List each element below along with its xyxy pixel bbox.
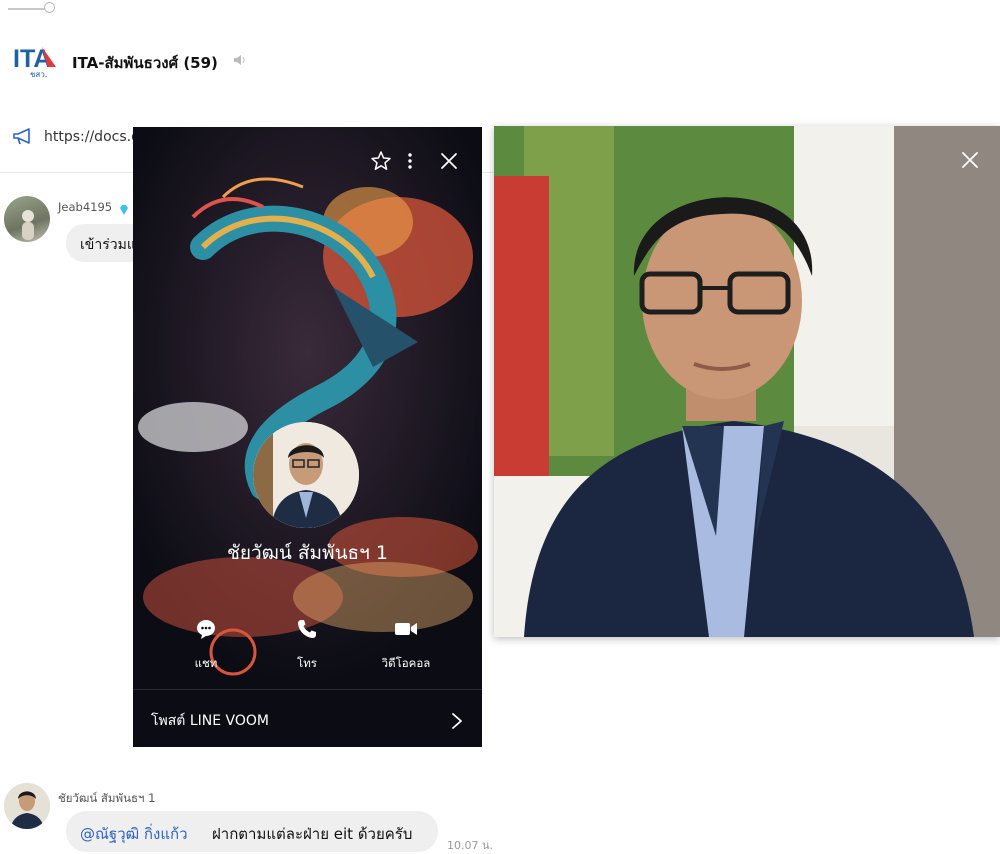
zoom-slider-handle[interactable] [44,2,55,13]
message-text: ฝากตามแต่ละฝ่าย eit ด้วยครับ [212,825,413,843]
card-divider [133,689,482,690]
profile-card: ชัยวัฒน์ สัมพันธฯ 1 แชท โทร วิดีโอคอล โพ… [133,127,482,747]
call-button[interactable]: โทร [262,617,352,673]
chevron-right-icon[interactable] [451,712,463,730]
profile-cover-image [133,127,482,687]
profile-photo-viewer [494,126,1000,637]
video-call-button[interactable]: วิดีโอคอล [361,617,451,673]
phone-icon [298,620,316,638]
megaphone-icon [12,127,34,147]
zoom-slider-track[interactable] [8,8,46,10]
more-icon[interactable] [405,150,415,172]
message-text: เข้าร่วมแ [80,237,136,253]
group-title: ITA-สัมพันธวงศ์ (59) [72,54,218,72]
svg-text:ชสว.: ชสว. [30,70,47,79]
star-icon[interactable] [370,150,392,172]
sender-name[interactable]: Jeab4195 [58,200,112,214]
speaker-muted-icon[interactable] [232,52,248,68]
profile-avatar[interactable] [253,422,359,528]
profile-photo [494,126,1000,637]
chat-label: แชท [194,656,218,670]
avatar[interactable] [4,783,50,829]
avatar[interactable] [4,196,50,242]
profile-name: ชัยวัฒน์ สัมพันธฯ 1 [227,542,388,564]
video-call-label: วิดีโอคอล [381,656,431,670]
chat-button[interactable]: แชท [161,617,251,673]
chat-bubble-icon [197,620,215,639]
mention-link[interactable]: @ณัฐวุฒิ กิ่งแก้ว [80,822,188,846]
diamond-icon [118,201,130,215]
sender-name[interactable]: ชัยวัฒน์ สัมพันธฯ 1 [58,790,155,808]
close-icon[interactable] [960,150,980,170]
video-camera-icon [395,623,417,635]
group-logo: ITA ชสว. [12,40,58,80]
close-icon[interactable] [438,150,460,172]
call-label: โทร [297,656,317,670]
message-timestamp: 10.07 น. [447,839,494,852]
line-voom-link[interactable]: โพสต์ LINE VOOM [151,710,269,732]
